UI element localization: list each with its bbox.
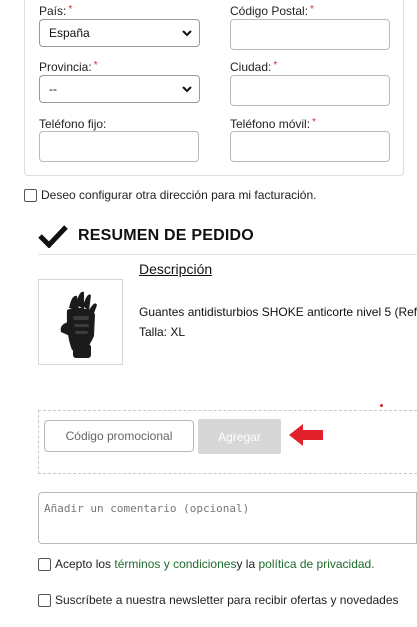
postal-code-label: Código Postal: * [230, 4, 314, 18]
city-label: Ciudad: * [230, 60, 278, 74]
province-select-value: -- [49, 82, 57, 96]
address-form-card: País: * España Código Postal: * Provincia:… [24, 0, 404, 176]
province-select[interactable]: -- [39, 75, 200, 103]
glove-product-image [60, 291, 97, 358]
terms-option[interactable]: Acepto los términos y condiciones y la p… [38, 557, 375, 571]
country-select[interactable]: España [39, 19, 200, 47]
description-column-header: Descripción [139, 261, 213, 277]
order-summary-title: RESUMEN DE PEDIDO [78, 227, 254, 244]
terms-link[interactable]: términos y condiciones [114, 557, 236, 571]
newsletter-checkbox[interactable] [38, 593, 51, 607]
terms-middle: y la [236, 557, 256, 571]
newsletter-option[interactable]: Suscríbete a nuestra newsletter para rec… [38, 593, 399, 607]
promo-code-input[interactable]: Código promocional [44, 420, 194, 452]
landline-input[interactable] [39, 131, 199, 162]
product-thumbnail[interactable] [38, 279, 123, 365]
billing-address-checkbox[interactable] [24, 188, 37, 202]
chevron-down-icon [182, 86, 192, 93]
order-summary-heading: RESUMEN DE PEDIDO [38, 224, 254, 248]
newsletter-label: Suscríbete a nuestra newsletter para rec… [55, 593, 399, 607]
country-select-value: España [49, 26, 90, 40]
postal-code-input[interactable] [230, 19, 390, 50]
billing-address-label: Deseo configurar otra dirección para mi … [41, 188, 317, 202]
required-marker [380, 404, 383, 407]
product-name: Guantes antidisturbios SHOKE anticorte n… [139, 305, 417, 319]
product-size: Talla: XL [139, 325, 186, 339]
chevron-down-icon [182, 30, 192, 37]
summary-divider [38, 254, 417, 255]
terms-prefix: Acepto los [55, 557, 112, 571]
checkmark-icon [38, 225, 68, 248]
city-input[interactable] [230, 75, 390, 106]
terms-checkbox[interactable] [38, 557, 51, 571]
apply-promo-button[interactable]: Agregar [198, 419, 281, 454]
country-label: País: * [39, 4, 73, 18]
mobile-label: Teléfono móvil: * [230, 117, 316, 131]
landline-label: Teléfono fijo: [39, 117, 107, 131]
privacy-link[interactable]: política de privacidad [258, 557, 371, 571]
billing-address-option[interactable]: Deseo configurar otra dirección para mi … [24, 188, 316, 202]
terms-suffix: . [371, 557, 375, 571]
comment-textarea[interactable]: Añadir un comentario (opcional) [38, 492, 417, 544]
province-label: Provincia: * [39, 60, 98, 74]
left-arrow-icon [289, 424, 323, 446]
mobile-input[interactable] [230, 131, 390, 162]
